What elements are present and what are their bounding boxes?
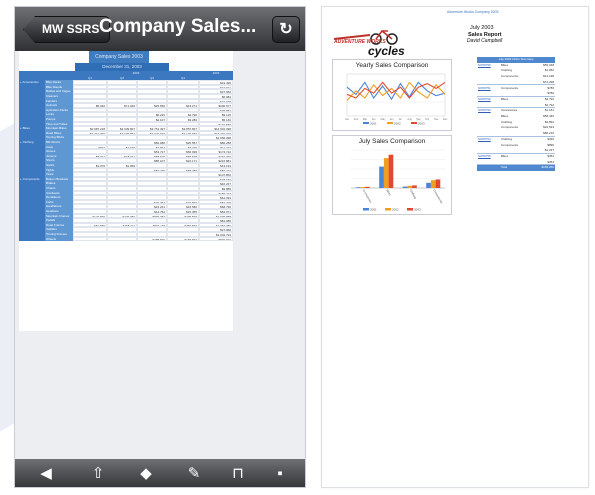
legend-label: 2003 xyxy=(418,122,425,126)
total-label: Total xyxy=(501,165,508,170)
total-value: $165,266 xyxy=(541,165,554,170)
share-icon[interactable]: ⇧ xyxy=(87,463,109,485)
refresh-icon: ↻ xyxy=(279,21,293,38)
yearly-chart: Yearly Sales Comparison 2001 2002 2003 Jan F… xyxy=(332,59,452,131)
x-tick-label: Components xyxy=(432,189,444,205)
bar-2001 xyxy=(379,166,384,188)
x-tick-label: Mar xyxy=(363,118,367,121)
report-author: David Campbell xyxy=(467,38,503,44)
edit-icon[interactable]: ✎ xyxy=(183,463,205,485)
report-view[interactable]: Company Sales 2003 December 31, 2003 200… xyxy=(19,51,233,331)
nav-title: Company Sales... xyxy=(99,16,257,37)
legend-label: 2001 xyxy=(370,208,377,212)
legend-label: 2001 xyxy=(370,122,377,126)
x-tick-label: Bikes xyxy=(385,189,392,197)
legend-swatch xyxy=(407,208,413,211)
x-tick-label: Feb xyxy=(354,118,359,121)
table-total-row: Total $165,266 xyxy=(477,165,555,171)
report-page: Adventure Works Company 2003 ADVENTURE W… xyxy=(321,6,589,488)
page-top-link[interactable]: Adventure Works Company 2003 xyxy=(447,10,499,14)
legend-label: 2003 xyxy=(414,208,421,212)
phone-screen: MW SSRS Company Sales... ↻ Company Sales… xyxy=(14,6,306,488)
screen: MW SSRS Company Sales... ↻ Company Sales… xyxy=(0,0,595,495)
back-button[interactable]: MW SSRS xyxy=(23,16,111,43)
yearly-line-plot: 2001 2002 2003 Jan Feb Mar Apr May Jun Jul Aug Sep O… xyxy=(345,73,448,126)
matrix-category[interactable]: + Clothing xyxy=(19,140,45,177)
bar-2003 xyxy=(435,179,441,188)
bar-2002 xyxy=(360,187,366,188)
refresh-button[interactable]: ↻ xyxy=(272,16,300,43)
report-month: July 2003 xyxy=(470,25,494,31)
x-tick-label: Aug xyxy=(407,118,412,121)
matrix-value xyxy=(73,236,107,242)
matrix-value: $593,677 xyxy=(199,236,233,242)
matrix-value xyxy=(107,236,137,242)
legend-swatch xyxy=(385,208,391,211)
legend-swatch xyxy=(363,208,369,211)
tabs-icon[interactable]: ▪ xyxy=(269,463,291,485)
matrix-subcategory: Wheels xyxy=(45,236,73,242)
sales-matrix: 2003 2003 Q1 Q2 Q3 Q4 Bike Racks $19,490 Bike St… xyxy=(19,71,233,331)
july-chart: July Sales Comparison Accessories Bikes Cl… xyxy=(332,135,452,215)
bar-2002 xyxy=(383,158,389,188)
x-tick-label: Accessories xyxy=(362,189,373,205)
navigation-bar: MW SSRS Company Sales... ↻ xyxy=(15,7,305,51)
bar-2001 xyxy=(402,186,408,188)
x-tick-label: Clothing xyxy=(409,189,418,200)
july-bar-plot: Accessories Bikes Clothing Components 2001 20… xyxy=(351,149,445,212)
matrix-category[interactable]: + Bikes xyxy=(19,126,45,140)
back-arrow-icon[interactable]: ◀ xyxy=(35,463,57,485)
x-tick-label: Apr xyxy=(372,118,376,121)
bottom-toolbar: ◀ ⇧ ◆ ✎ ⊓ ▪ xyxy=(15,459,305,487)
matrix-category[interactable]: + Accessories xyxy=(19,80,45,127)
bar-2002 xyxy=(430,180,436,188)
bar-2001 xyxy=(355,187,361,188)
x-tick-label: Jul xyxy=(398,118,402,121)
legend-swatch xyxy=(387,122,393,124)
report-date: December 31, 2003 xyxy=(75,63,169,71)
directions-icon[interactable]: ◆ xyxy=(135,463,157,485)
bar-2001 xyxy=(426,182,431,188)
x-tick-label: Oct xyxy=(425,118,429,121)
x-tick-label: Jun xyxy=(390,118,395,121)
legend-label: 2002 xyxy=(392,208,399,212)
matrix-header-blank xyxy=(19,71,73,81)
matrix-value: $183,563 xyxy=(167,236,199,242)
legend-swatch xyxy=(363,122,369,124)
matrix-category[interactable]: + Components xyxy=(19,176,45,242)
x-tick-label: May xyxy=(381,118,386,121)
matrix-value: $288,836 xyxy=(137,236,167,242)
legend-label: 2002 xyxy=(394,122,401,126)
x-tick-label: Jan xyxy=(345,118,350,121)
x-tick-label: Nov xyxy=(434,118,439,121)
bar-2003 xyxy=(388,154,394,188)
report-title: Company Sales 2003 xyxy=(89,51,149,63)
legend-swatch xyxy=(411,122,417,124)
logo-text-cycles: cycles xyxy=(368,44,405,58)
x-tick-label: Dec xyxy=(443,118,448,121)
company-logo: ADVENTURE WORKS cycles xyxy=(330,27,410,61)
bookmarks-icon[interactable]: ⊓ xyxy=(227,463,249,485)
bar-2002 xyxy=(407,185,413,188)
x-tick-label: Sep xyxy=(416,118,421,121)
